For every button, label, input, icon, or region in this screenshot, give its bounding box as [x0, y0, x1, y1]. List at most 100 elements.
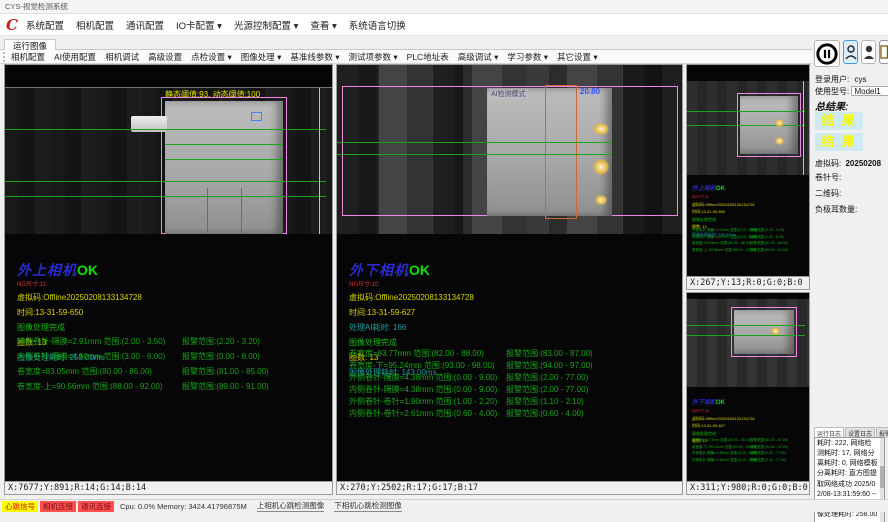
measure-value: 内侧卷针-隔膜=4.60mm 范围:(3.00 - 6.00) [692, 235, 757, 240]
camera-view-lower-outer: AI检测模式 20.80 外下相机OK NG尺寸:10 虚拟码:Offline2… [336, 64, 683, 495]
time-line: 时间:13-31-59-627 [349, 307, 474, 318]
time-line: 时间:13-31-59-627 [692, 423, 754, 429]
tab-highlight [593, 123, 609, 135]
measure-value: 卷宽度=83.77mm 范围:(82.00 - 88.00) [349, 348, 484, 359]
tab-strip: 运行图像 [0, 36, 812, 50]
alarm-range: 报警范围:(2.20 - 3.20) [182, 336, 260, 347]
camera-title: 外下相机 [349, 262, 409, 278]
model-label: 使用型号: [815, 87, 849, 96]
virtual-code-value: 20250208 [845, 159, 881, 168]
camera-title: 外上相机 [692, 186, 716, 192]
menu-io-card-config[interactable]: IO卡配置 ▾ [176, 18, 222, 32]
measure-value: 外侧卷针-隔膜=2.91mm 范围:(2.00 - 3.50) [692, 228, 757, 233]
camera-image-thumb-upper[interactable] [687, 81, 809, 175]
camera-image-lower-outer[interactable]: AI检测模式 20.80 [337, 65, 682, 234]
window-titlebar: CYS-视觉检测系统 [0, 0, 888, 14]
tab-highlight [771, 327, 780, 335]
alarm-range: 报警范围:(2.00 - 77.00) [750, 451, 786, 456]
menu-language-switch[interactable]: 系统语言切换 [349, 18, 406, 32]
tool-advanced-settings[interactable]: 高级设置 [148, 51, 182, 63]
process-done-line: 图像处理完成 [692, 217, 754, 223]
detection-box [545, 85, 577, 219]
tool-test-item-params[interactable]: 测试项参数 ▾ [349, 51, 398, 63]
detection-box [251, 112, 262, 121]
camera-image-upper-outer[interactable]: 静态阈值:93, 动态阈值:100 [5, 87, 332, 234]
menu-view[interactable]: 查看 ▾ [310, 18, 336, 32]
virtual-code-line: 虚拟码:Offline20250208133134728 [349, 292, 474, 303]
alarm-range: 报警范围:(89.00 - 91.00) [750, 248, 788, 253]
menu-system-config[interactable]: 系统配置 [26, 18, 64, 32]
measure-value: 卷宽度=83.77mm 范围:(82.00 - 88.00) [692, 438, 751, 443]
tool-spot-check[interactable]: 点检设置 ▾ [191, 51, 232, 63]
pause-button[interactable] [814, 40, 840, 67]
cpu-memory-readout: Cpu: 0.0% Memory: 3424.41796875M [120, 502, 247, 511]
baseline-marker [803, 81, 804, 175]
tool-learning-params[interactable]: 学习参数 ▾ [507, 51, 548, 63]
measure-value: 内侧卷针-隔膜=4.38mm 范围:(0.00 - 9.00) [349, 384, 497, 395]
login-user-row: 登录用户: cys [815, 74, 866, 85]
comm-connection-badge: 通讯连接 [78, 501, 114, 512]
tool-baseline-params[interactable]: 基准线参数 ▾ [290, 51, 339, 63]
side-info-panel: 登录用户: cys 使用型号: Model1 总结果: 结 果 结 果 虚拟码:… [812, 36, 888, 497]
qr-code-label: 二维码: [815, 188, 841, 199]
battery-cell-image [734, 310, 794, 354]
tool-ai-use-config[interactable]: AI使用配置 [54, 51, 96, 63]
alarm-range: 报警范围:(2.00 - 77.00) [750, 458, 786, 463]
measure-line [337, 154, 612, 155]
tool-camera-config[interactable]: 相机配置 [11, 51, 45, 63]
user-icon [845, 44, 857, 60]
menu-camera-config[interactable]: 相机配置 [76, 18, 114, 32]
menu-comm-config[interactable]: 通讯配置 [126, 18, 164, 32]
tool-advanced-debug[interactable]: 高级调试 ▾ [458, 51, 499, 63]
tab-highlight [595, 195, 607, 205]
pixel-coords-readout: X:270;Y:2502;R:17;G:17;B:17 [337, 481, 682, 494]
measure-value: 卷宽度-下=95.24mm 范围:(93.00 - 98.00) [349, 360, 495, 371]
exit-button[interactable] [879, 40, 888, 64]
lower-camera-heartbeat-link[interactable]: 下相机心跳检测图像 [334, 500, 402, 512]
app-logo-icon: C [6, 15, 18, 35]
menu-light-control-config[interactable]: 光源控制配置 ▾ [234, 18, 298, 32]
measure-value: 外侧卷针-隔膜=4.38mm 范围:(0.00 - 9.00) [349, 372, 497, 383]
app-window: CYS-视觉检测系统 C 系统配置 相机配置 通讯配置 IO卡配置 ▾ 光源控制… [0, 0, 888, 522]
measurement-row: 卷宽度-上=90.56mm 范围:(88.00 - 92.00)报警范围:(89… [692, 248, 807, 255]
measure-line [337, 142, 612, 143]
total-result-label: 总结果: [815, 98, 848, 113]
measurement-row: 卷宽度-上=90.56mm 范围:(88.00 - 92.00)报警范围:(89… [17, 381, 328, 396]
control-buttons [814, 40, 888, 67]
tab-count-label: 负极耳数量: [815, 204, 857, 215]
alarm-range: 报警范围:(83.00 - 87.00) [506, 348, 593, 359]
upper-camera-heartbeat-link[interactable]: 上相机心跳检测图像 [257, 500, 325, 512]
window-title: CYS-视觉检测系统 [5, 2, 68, 11]
tool-image-processing[interactable]: 图像处理 ▾ [241, 51, 282, 63]
measure-value: 内侧卷针-隔膜=4.60mm 范围:(3.00 - 6.00) [17, 351, 165, 362]
log-scrollbar-thumb[interactable] [880, 466, 884, 488]
measurement-rows: 卷宽度=83.77mm 范围:(82.00 - 88.00) 报警范围:(83.0… [349, 348, 678, 420]
tab-highlight [775, 137, 784, 145]
tool-camera-debug[interactable]: 相机调试 [105, 51, 139, 63]
battery-cell-image [165, 101, 283, 234]
result-badge-lower: 结 果 [815, 133, 863, 151]
pixel-coords-readout: X:267;Y:13;R:0;G:0;B:0 [687, 276, 809, 289]
tool-plc-address-table[interactable]: PLC地址表 [407, 51, 449, 63]
result-badge-upper: 结 果 [815, 112, 863, 130]
process-done-line: 图像处理完成 [17, 322, 142, 333]
user-login-button[interactable] [843, 40, 858, 64]
result-ok-label: OK [716, 186, 725, 192]
measure-line [687, 335, 805, 336]
measure-value: 卷宽度=83.05mm 范围:(80.00 - 86.00) [692, 241, 751, 246]
measure-value: 外侧卷针-隔膜=2.91mm 范围:(2.00 - 3.50) [17, 336, 165, 347]
user-switch-button[interactable] [861, 40, 876, 64]
camera-thumb-upper: 外上相机OK NG尺寸:11 虚拟码:Offline20250208133134… [686, 64, 810, 290]
measurement-row: 内侧卷针-隔膜=4.60mm 范围:(3.00 - 6.00)报警范围:(0.0… [17, 351, 328, 366]
tool-other-settings[interactable]: 其它设置 ▾ [557, 51, 598, 63]
measure-line [165, 144, 283, 145]
measurement-rows: 外侧卷针-隔膜=2.91mm 范围:(2.00 - 3.50)报警范围:(2.2… [692, 228, 807, 254]
measure-value: 卷宽度-下=95.24mm 范围:(93.00 - 98.00) [692, 445, 756, 450]
camera-image-thumb-lower[interactable] [687, 299, 809, 387]
alarm-range: 报警范围:(89.00 - 91.00) [182, 381, 269, 392]
measure-line [687, 325, 805, 326]
camera-title: 外下相机 [692, 400, 716, 406]
measure-line [207, 188, 208, 234]
toolbar: 相机配置 AI使用配置 相机调试 高级设置 点检设置 ▾ 图像处理 ▾ 基准线参… [0, 50, 812, 64]
model-select[interactable]: Model1 [851, 86, 888, 96]
